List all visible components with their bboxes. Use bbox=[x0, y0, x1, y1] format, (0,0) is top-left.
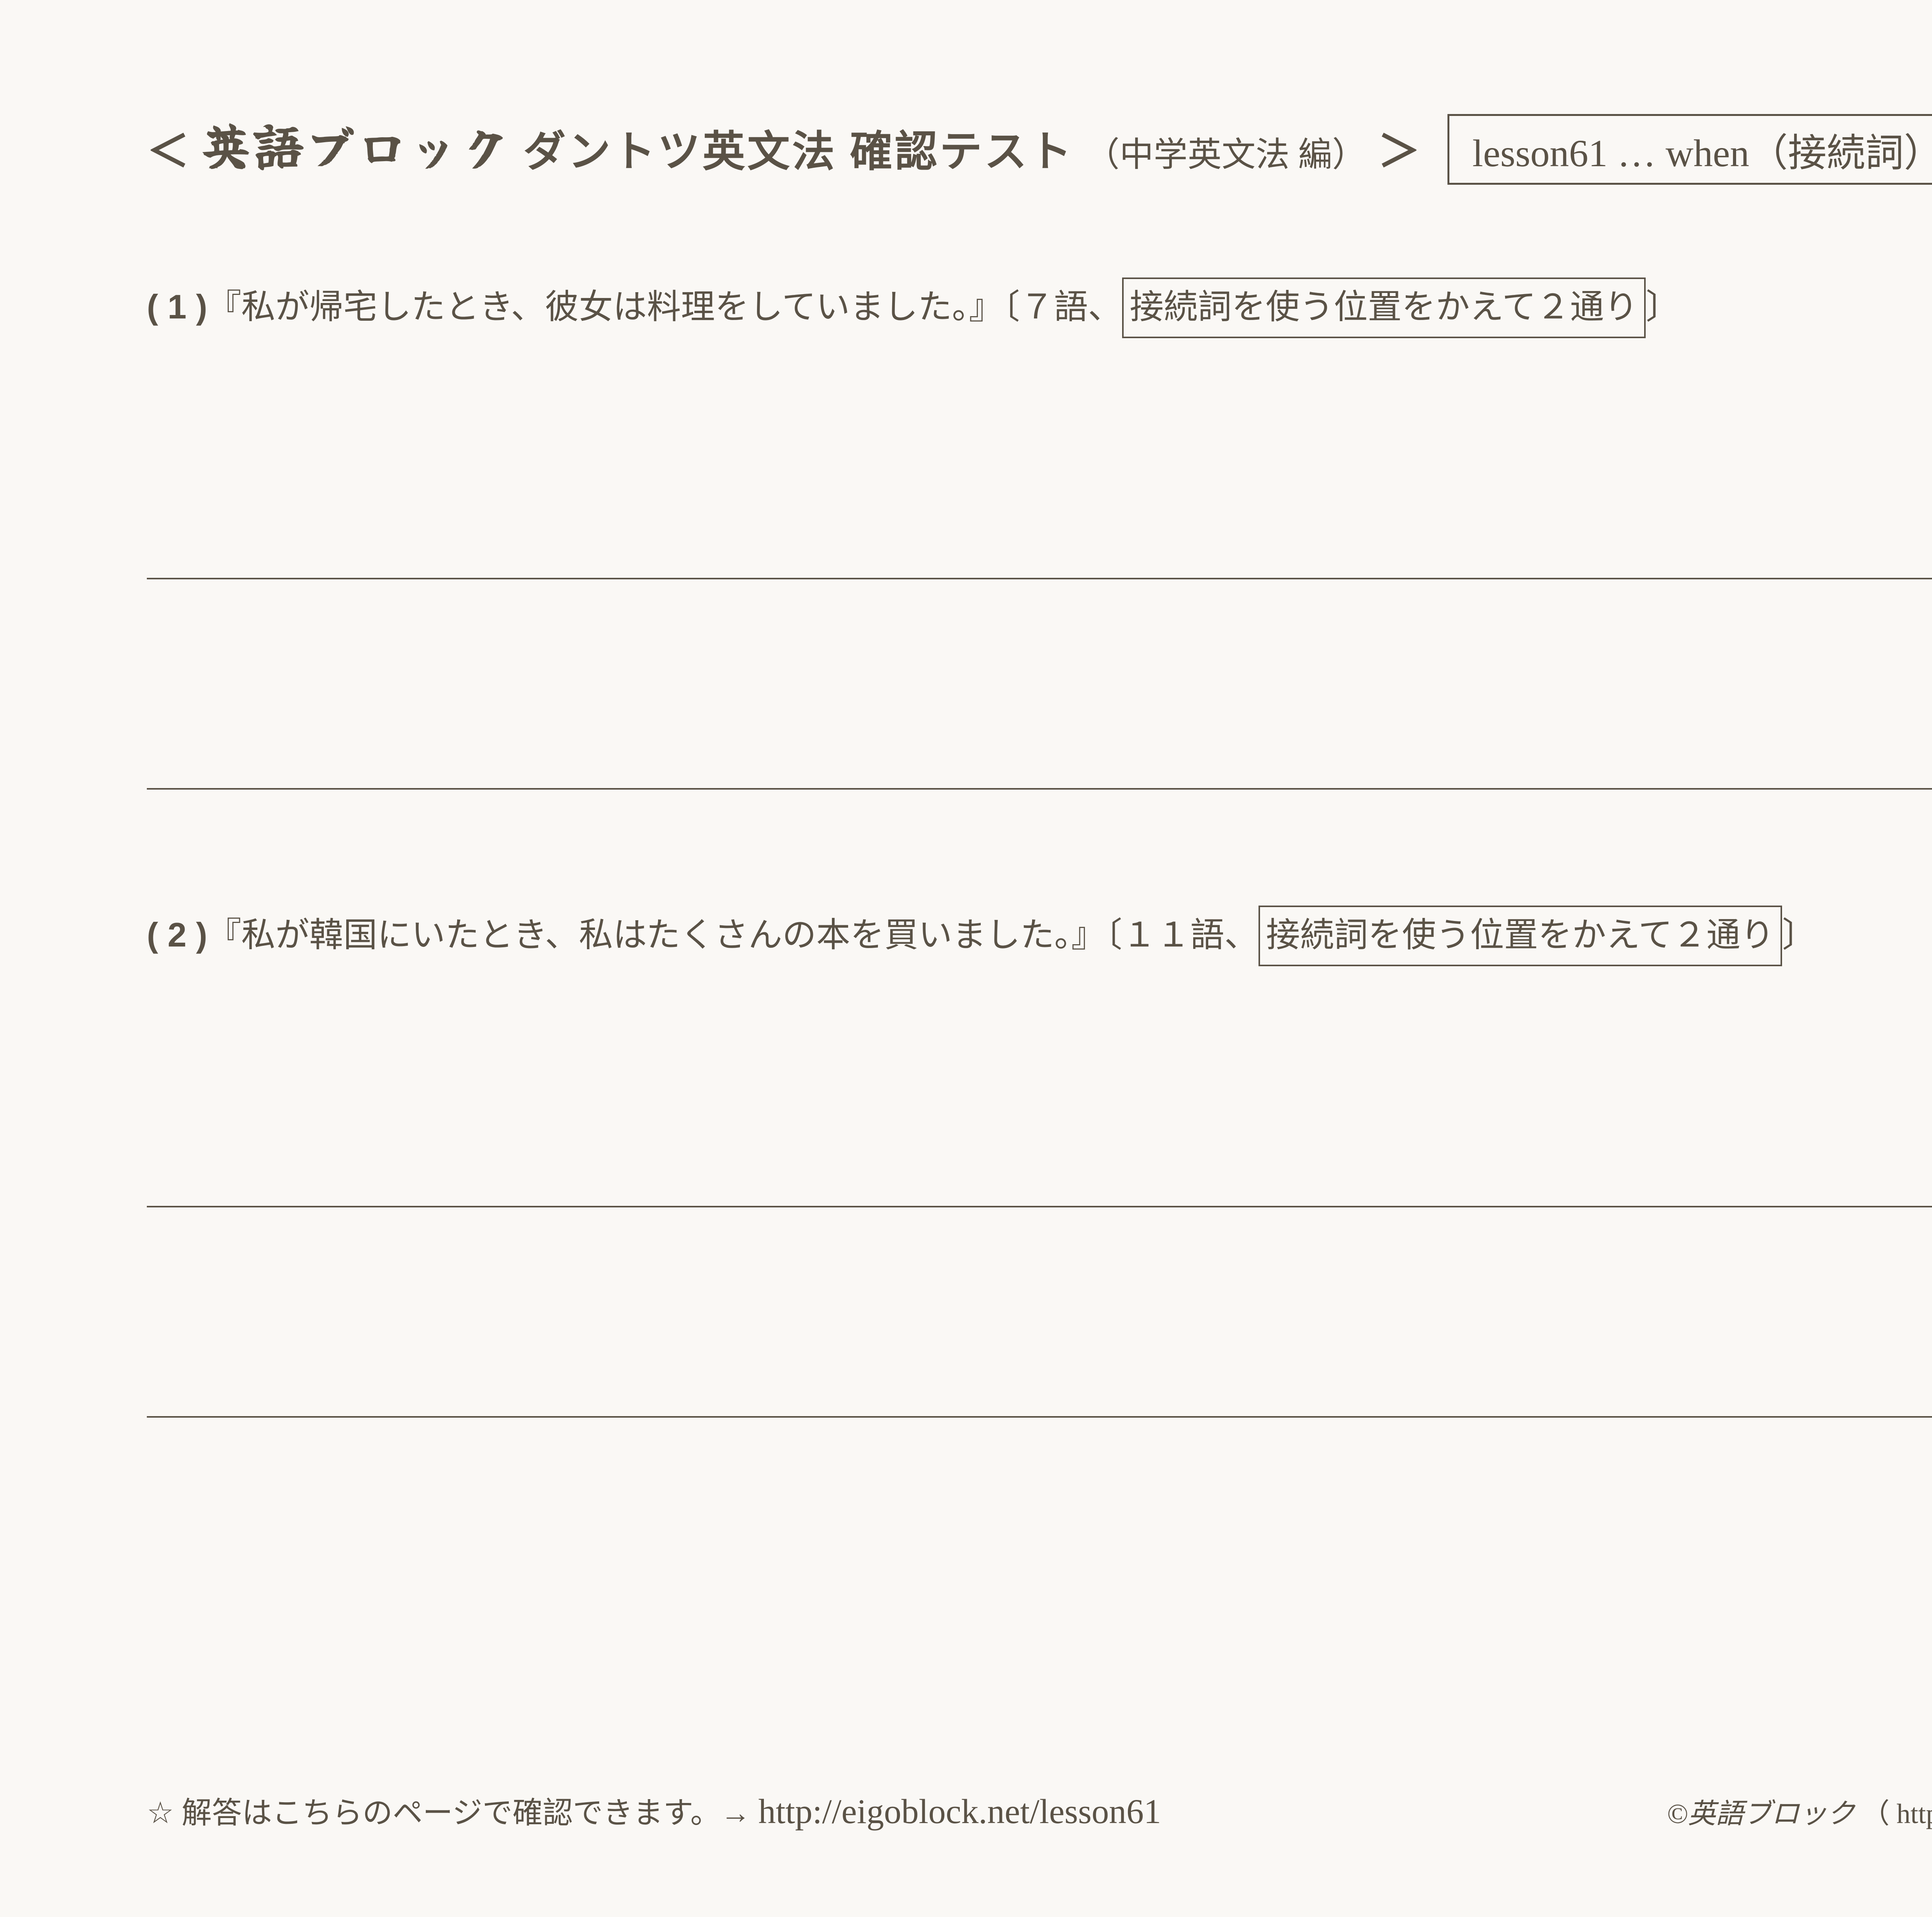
question-2-suffix: 〕 bbox=[1782, 909, 1816, 963]
question-1: ( 1 ) 『私が帰宅したとき、彼女は料理をしていました。』〔７語、 接続詞を使… bbox=[147, 278, 1932, 790]
question-2-prompt: 『私が韓国にいたとき、私はたくさんの本を買いました。』〔１１語、 bbox=[207, 909, 1258, 963]
footer-left: ☆ 解答はこちらのページで確認できます。→ http://eigoblock.n… bbox=[147, 1789, 1161, 1832]
brand-name: 英語ブロック bbox=[201, 108, 512, 181]
question-1-text: ( 1 ) 『私が帰宅したとき、彼女は料理をしていました。』〔７語、 接続詞を使… bbox=[147, 278, 1932, 338]
question-2-text: ( 2 ) 『私が韓国にいたとき、私はたくさんの本を買いました。』〔１１語、 接… bbox=[147, 906, 1932, 966]
title-sub: （中学英文法 編） bbox=[1086, 127, 1366, 176]
answer-line[interactable] bbox=[147, 1206, 1932, 1207]
question-1-prompt: 『私が帰宅したとき、彼女は料理をしていました。』〔７語、 bbox=[207, 281, 1122, 335]
answer-line[interactable] bbox=[147, 788, 1932, 790]
question-1-answer-lines bbox=[147, 578, 1932, 790]
question-2-answer-lines bbox=[147, 1206, 1932, 1418]
lesson-title-box: lesson61 … when（接続詞）の使い方 bbox=[1447, 114, 1932, 185]
question-2-number: ( 2 ) bbox=[147, 908, 207, 962]
title-main: ダントツ英文法 確認テスト bbox=[523, 117, 1074, 179]
angle-close: ＞ bbox=[1378, 117, 1420, 179]
question-1-suffix: 〕 bbox=[1646, 281, 1680, 335]
header-row: ＜ 英語ブロック ダントツ英文法 確認テスト （中学英文法 編） ＞ lesso… bbox=[147, 108, 1932, 185]
question-1-hint-box: 接続詞を使う位置をかえて２通り bbox=[1122, 278, 1646, 338]
footer-left-text: 解答はこちらのページで確認できます。→ bbox=[182, 1789, 751, 1832]
answer-line[interactable] bbox=[147, 578, 1932, 579]
footer: ☆ 解答はこちらのページで確認できます。→ http://eigoblock.n… bbox=[147, 1789, 1932, 1832]
question-1-number: ( 1 ) bbox=[147, 280, 207, 334]
footer-answer-url: http://eigoblock.net/lesson61 bbox=[759, 1792, 1161, 1832]
question-2: ( 2 ) 『私が韓国にいたとき、私はたくさんの本を買いました。』〔１１語、 接… bbox=[147, 906, 1932, 1418]
answer-line[interactable] bbox=[147, 1416, 1932, 1418]
worksheet-page: ＜ 英語ブロック ダントツ英文法 確認テスト （中学英文法 編） ＞ lesso… bbox=[0, 0, 1932, 1917]
footer-site-url: （ http://eigoblock.com/ ） bbox=[1862, 1798, 1932, 1829]
angle-open: ＜ bbox=[147, 117, 189, 179]
footer-star-icon: ☆ bbox=[147, 1796, 174, 1830]
footer-right: ©英語ブロック （ http://eigoblock.com/ ） 編集･加工･… bbox=[1667, 1791, 1932, 1831]
question-2-hint-box: 接続詞を使う位置をかえて２通り bbox=[1259, 906, 1782, 966]
footer-copyright: ©英語ブロック bbox=[1667, 1798, 1855, 1829]
